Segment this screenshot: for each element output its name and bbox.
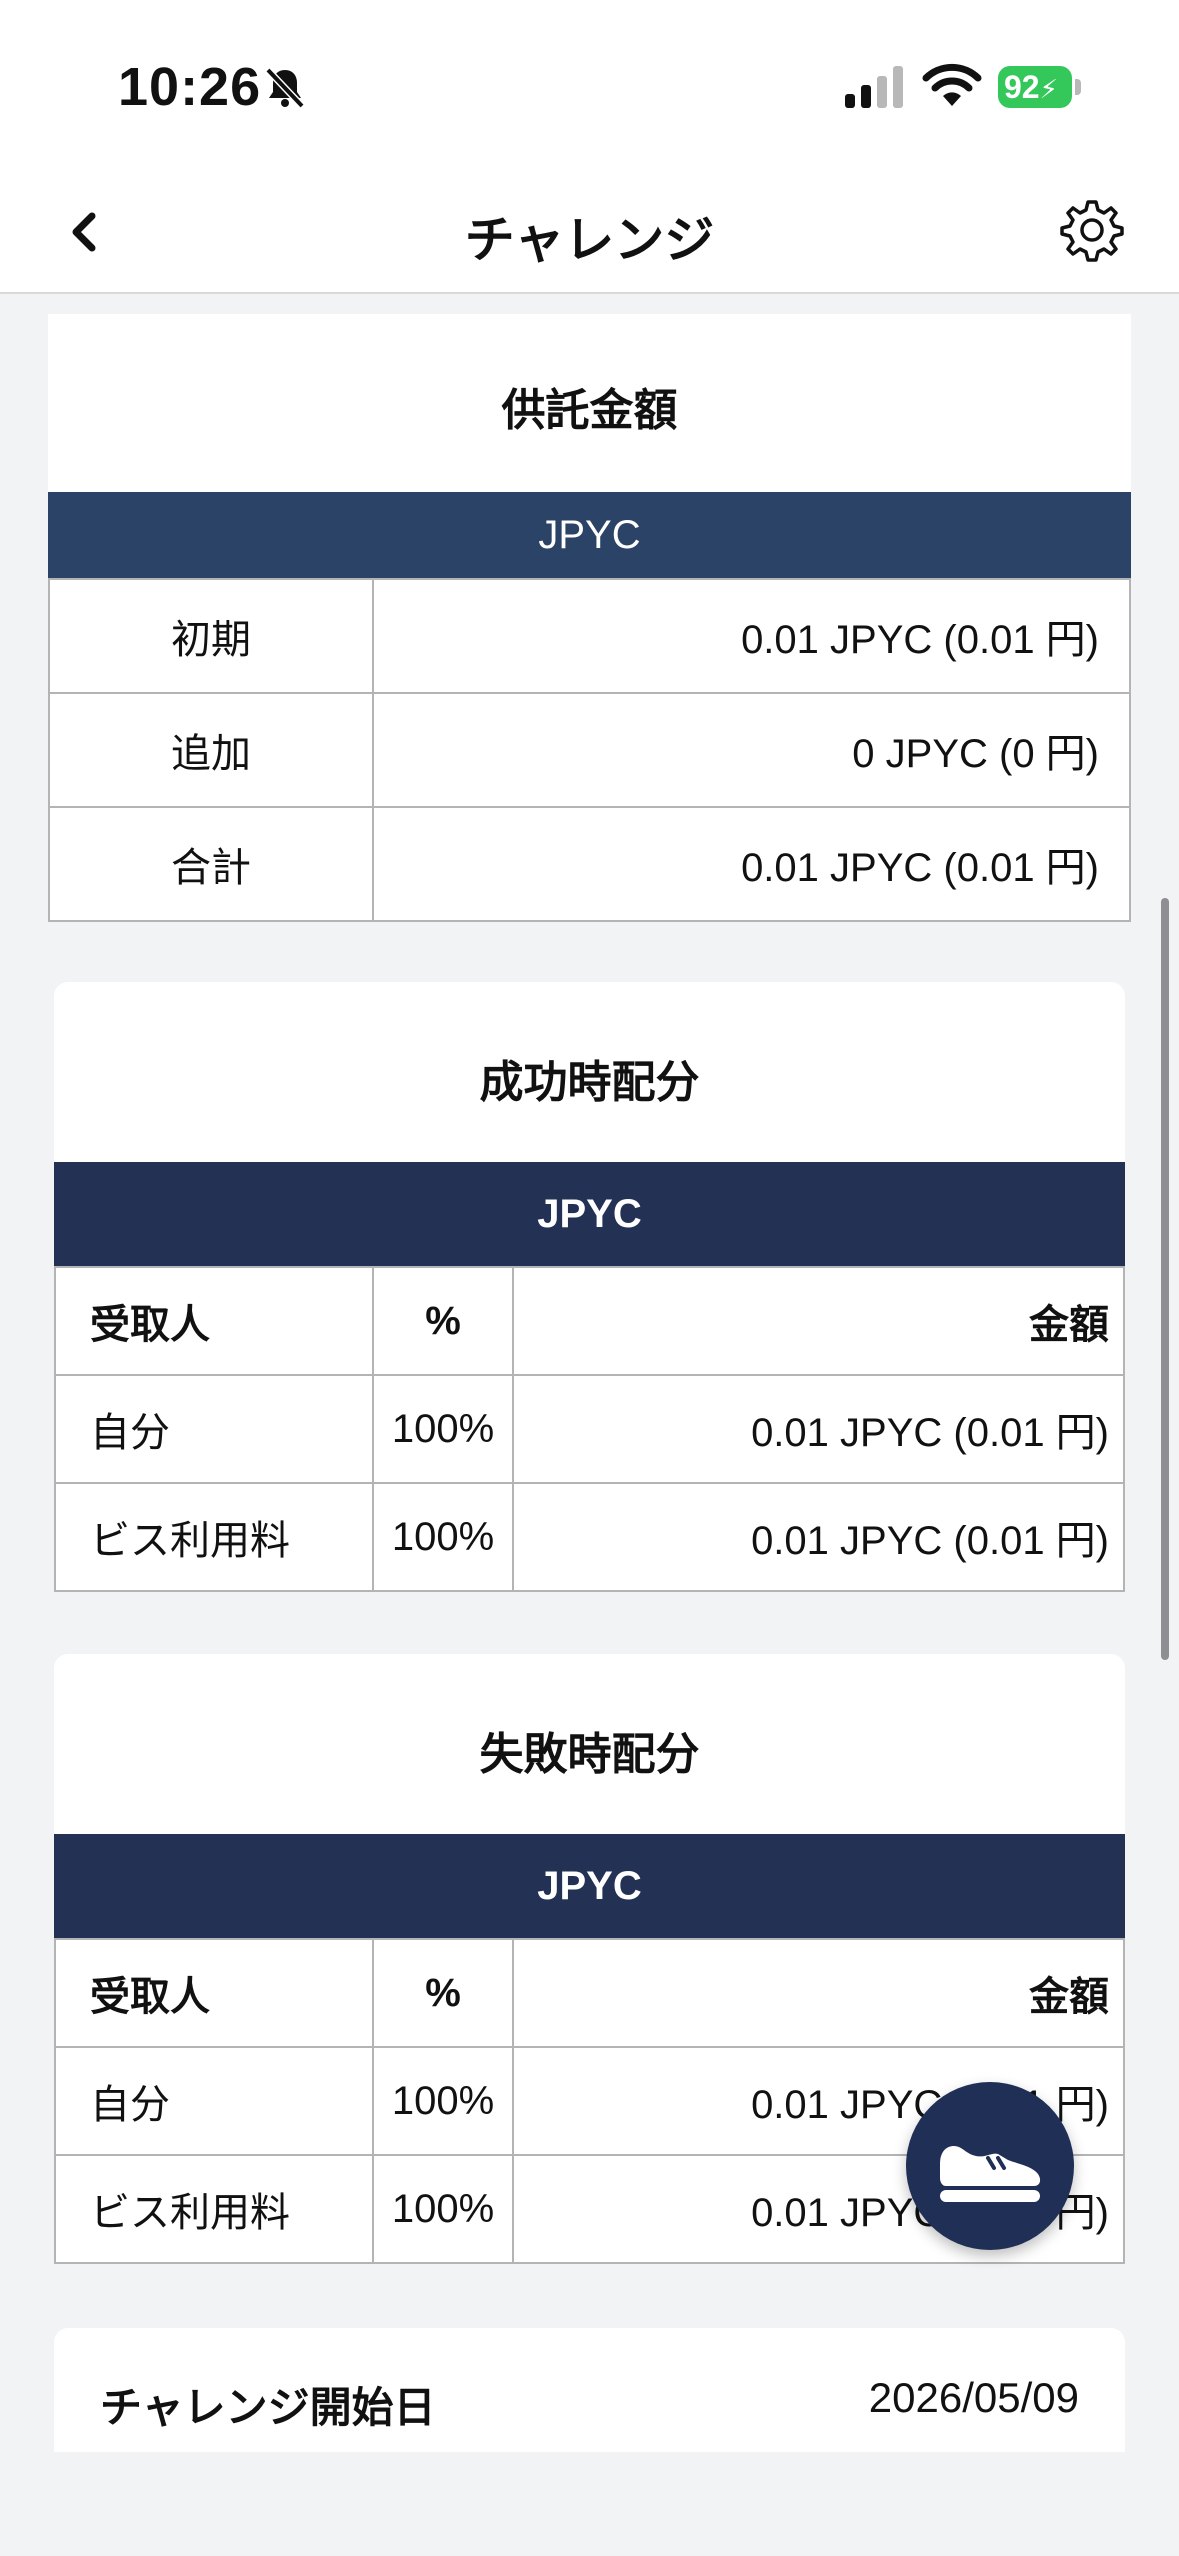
failure-title: 失敗時配分 (479, 1730, 700, 1779)
cellular-signal-icon (845, 66, 903, 108)
status-bar: 10:26 92⚡ (0, 0, 1179, 170)
status-time: 10:26 (118, 57, 262, 117)
wifi-icon (922, 63, 982, 106)
percent-cell: 100% (372, 2046, 514, 2156)
success-table: 受取人 % 金額 自分 100% 0.01 JPYC (0.01 円) ビス利用… (54, 1266, 1125, 1592)
percent-header: % (372, 1938, 514, 2048)
page-title: チャレンジ (464, 212, 715, 268)
deposit-value: 0 JPYC (0 円) (372, 692, 1131, 808)
recipient-cell: 自分 (54, 1374, 374, 1484)
table-row: 合計 0.01 JPYC (0.01 円) (48, 806, 1131, 922)
table-header-row: 受取人 % 金額 (54, 1938, 1125, 2048)
percent-header: % (372, 1266, 514, 1376)
charging-bolt-icon: ⚡ (1039, 74, 1058, 104)
recipient-cell: ビス利用料 (54, 2154, 374, 2264)
table-row: 初期 0.01 JPYC (0.01 円) (48, 578, 1131, 694)
percent-cell: 100% (372, 2154, 514, 2264)
deposit-label: 初期 (48, 578, 374, 694)
bell-muted-icon (265, 67, 305, 109)
deposit-currency-header: JPYC (48, 492, 1131, 578)
gear-icon[interactable] (1058, 196, 1126, 264)
battery-level: 92 (1004, 69, 1040, 105)
failure-currency-header: JPYC (54, 1834, 1125, 1938)
start-date-card: チャレンジ開始日 2026/05/09 (54, 2328, 1125, 2452)
recipient-header: 受取人 (54, 1266, 374, 1376)
table-row: 追加 0 JPYC (0 円) (48, 692, 1131, 808)
percent-cell: 100% (372, 1482, 514, 1592)
navigation-bar: チャレンジ (0, 170, 1179, 294)
amount-cell: 0.01 JPYC (0.01 円) (512, 1482, 1125, 1592)
deposit-value: 0.01 JPYC (0.01 円) (372, 806, 1131, 922)
amount-header: 金額 (512, 1266, 1125, 1376)
deposit-label: 合計 (48, 806, 374, 922)
deposit-value: 0.01 JPYC (0.01 円) (372, 578, 1131, 694)
battery-indicator: 92⚡ (998, 66, 1082, 108)
start-date-value: 2026/05/09 (868, 2374, 1079, 2421)
scrollbar[interactable] (1161, 898, 1169, 1660)
percent-cell: 100% (372, 1374, 514, 1484)
success-currency-header: JPYC (54, 1162, 1125, 1266)
success-title: 成功時配分 (479, 1058, 700, 1107)
deposit-table: 初期 0.01 JPYC (0.01 円) 追加 0 JPYC (0 円) 合計… (48, 578, 1131, 922)
table-row: 自分 100% 0.01 JPYC (0.01 円) (54, 1374, 1125, 1484)
table-header-row: 受取人 % 金額 (54, 1266, 1125, 1376)
deposit-card: 供託金額 JPYC 初期 0.01 JPYC (0.01 円) 追加 0 JPY… (48, 314, 1131, 922)
success-distribution-card: 成功時配分 JPYC 受取人 % 金額 自分 100% 0.01 JPYC (0… (54, 982, 1125, 1592)
walk-fab-button[interactable] (906, 2082, 1074, 2250)
amount-header: 金額 (512, 1938, 1125, 2048)
recipient-header: 受取人 (54, 1938, 374, 2048)
recipient-cell: ビス利用料 (54, 1482, 374, 1592)
start-date-label: チャレンジ開始日 (100, 2384, 436, 2431)
recipient-cell: 自分 (54, 2046, 374, 2156)
table-row: ビス利用料 100% 0.01 JPYC (0.01 円) (54, 1482, 1125, 1592)
deposit-title: 供託金額 (501, 386, 678, 435)
sneaker-icon (940, 2146, 1041, 2202)
deposit-label: 追加 (48, 692, 374, 808)
amount-cell: 0.01 JPYC (0.01 円) (512, 1374, 1125, 1484)
